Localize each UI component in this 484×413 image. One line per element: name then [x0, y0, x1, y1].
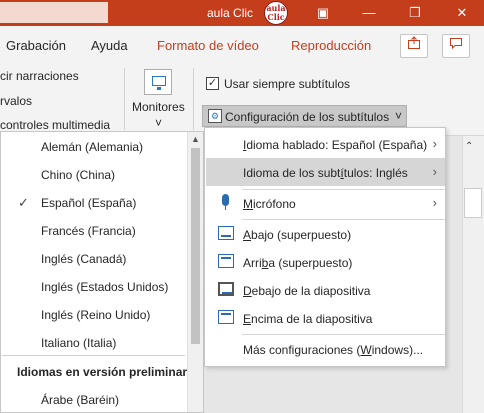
media-controls-checkbox[interactable]: controles multimedia	[0, 118, 110, 132]
chevron-down-icon[interactable]: ˅	[155, 116, 162, 130]
language-item[interactable]: Francés (Francia)	[1, 217, 187, 245]
ribbon-display-icon[interactable]: ▣	[311, 3, 335, 23]
subtitle-settings-menu: Idioma hablado: Español (España) › Idiom…	[204, 127, 446, 367]
tab-reproduccion[interactable]: Reproducción	[291, 38, 371, 53]
vertical-scrollbar[interactable]	[462, 136, 484, 413]
chevron-right-icon: ›	[432, 136, 437, 151]
timings-button[interactable]: rvalos	[0, 94, 32, 108]
language-item[interactable]: Inglés (Estados Unidos)	[1, 273, 187, 301]
scrollbar-thumb[interactable]	[191, 148, 200, 344]
comment-icon-glyph	[450, 38, 462, 50]
ribbon-tabs: Grabación Ayuda Formato de vídeo Reprodu…	[0, 26, 484, 64]
tab-grabacion[interactable]: Grabación	[6, 38, 66, 53]
share-icon-glyph	[408, 36, 420, 49]
scrollbar-thumb[interactable]	[464, 188, 482, 218]
restore-button[interactable]: ❐	[403, 3, 427, 23]
share-icon[interactable]	[400, 34, 428, 58]
position-top-icon	[218, 254, 234, 268]
record-narrations-button[interactable]: cir narraciones	[0, 69, 79, 83]
usar-subtitulos-checkbox[interactable]: ✓	[206, 77, 219, 90]
chevron-right-icon: ›	[432, 195, 437, 210]
scroll-up-icon[interactable]: ▲	[191, 134, 200, 144]
language-item-selected[interactable]: ✓ Español (España)	[1, 189, 187, 217]
microphone-icon	[222, 194, 229, 206]
close-button[interactable]: ✕	[450, 3, 474, 23]
ribbon-divider	[193, 68, 194, 130]
position-bottom-icon	[218, 226, 234, 240]
menu-item-arriba[interactable]: Arriba (superpuesto)	[206, 248, 445, 276]
title-bar: aula Clic aula Clic ▣ — ❐ ✕	[0, 0, 484, 26]
position-below-slide-icon	[218, 282, 234, 296]
menu-item-encima[interactable]: Encima de la diapositiva	[206, 304, 445, 332]
ribbon-divider	[124, 68, 125, 130]
chevron-right-icon: ›	[432, 164, 437, 179]
comment-icon[interactable]	[442, 34, 470, 58]
menu-item-idioma-subtitulos[interactable]: Idioma de los subtítulos: Inglés ›	[206, 158, 445, 186]
aulaclic-logo: aula Clic	[264, 1, 288, 25]
menu-item-idioma-hablado[interactable]: Idioma hablado: Español (España) ›	[206, 130, 445, 158]
menu-item-debajo[interactable]: Debajo de la diapositiva	[206, 276, 445, 304]
minimize-button[interactable]: —	[357, 3, 381, 23]
tab-formato-video[interactable]: Formato de vídeo	[157, 38, 259, 53]
menu-item-microfono[interactable]: Micrófono ›	[206, 189, 445, 217]
microphone-icon-stem	[225, 206, 226, 210]
search-box[interactable]	[0, 2, 108, 23]
preview-languages-heading: Idiomas en versión preliminar	[17, 365, 188, 379]
language-item[interactable]: Italiano (Italia)	[1, 329, 187, 357]
language-divider	[2, 355, 185, 356]
menu-item-mas-configuraciones[interactable]: Más configuraciones (Windows)...	[206, 335, 445, 363]
language-item[interactable]: Inglés (Canadá)	[1, 245, 187, 273]
menu-item-abajo[interactable]: Abajo (superpuesto)	[206, 220, 445, 248]
monitores-button[interactable]: Monitores	[132, 100, 185, 114]
chevron-down-icon: ˅	[395, 109, 403, 123]
language-item[interactable]: Chino (China)	[1, 161, 187, 189]
collapse-ribbon-icon[interactable]: ⌃	[465, 141, 473, 152]
checkmark-icon: ✓	[18, 195, 29, 210]
config-subtitulos-label: Configuración de los subtítulos	[225, 110, 390, 124]
position-above-slide-icon	[218, 310, 234, 324]
language-list-scrollbar[interactable]: ▲	[187, 132, 203, 412]
config-subtitulos-button[interactable]: ⚙ Configuración de los subtítulos ˅	[202, 105, 407, 127]
language-item[interactable]: Alemán (Alemania)	[1, 133, 187, 161]
language-item-preview[interactable]: Árabe (Baréin)	[1, 386, 187, 413]
tab-ayuda[interactable]: Ayuda	[91, 38, 128, 53]
app-title: aula Clic	[207, 6, 254, 20]
subtitle-settings-icon: ⚙	[208, 109, 222, 123]
usar-subtitulos-label: Usar siempre subtítulos	[224, 77, 351, 91]
monitor-icon[interactable]	[144, 69, 172, 95]
language-item[interactable]: Inglés (Reino Unido)	[1, 301, 187, 329]
